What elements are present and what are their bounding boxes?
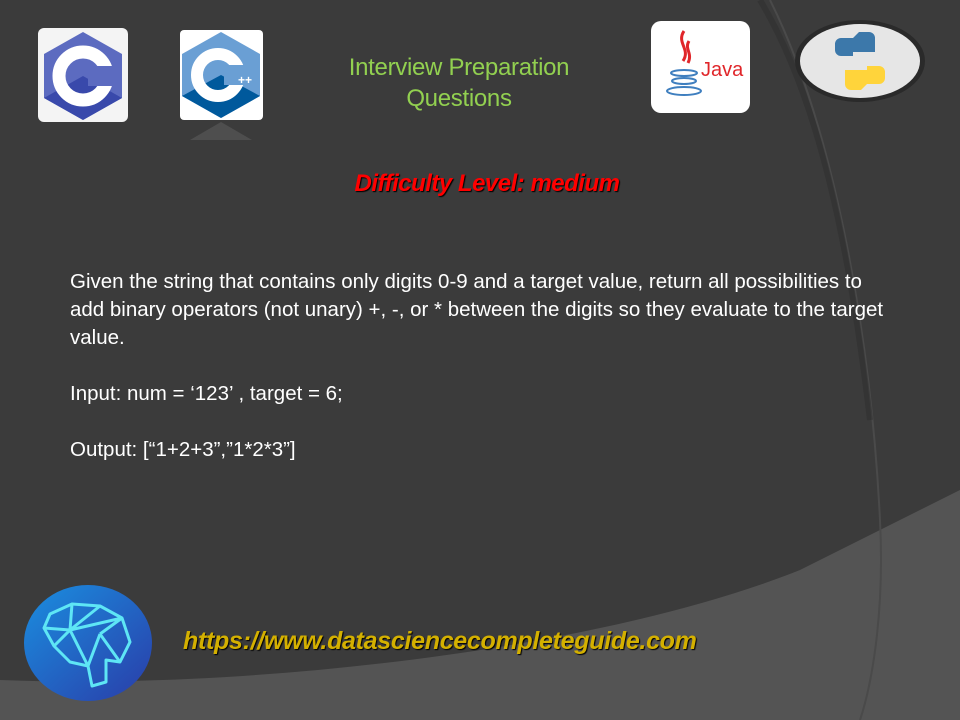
python-logo-icon [795, 20, 925, 102]
slide-title: Interview Preparation Questions [300, 52, 618, 114]
title-line-1: Interview Preparation [348, 54, 570, 81]
cpp-logo-icon: ++ [180, 30, 263, 140]
c-logo-icon [38, 28, 128, 122]
java-logo-icon: Java [651, 21, 750, 113]
title-line-2: Questions [406, 85, 512, 112]
java-logo-text: Java [701, 59, 744, 81]
cpp-logo-text: ++ [238, 73, 252, 87]
problem-output: Output: [“1+2+3”,”1*2*3”] [70, 438, 296, 461]
problem-statement: Given the string that contains only digi… [70, 268, 890, 464]
problem-input: Input: num = ‘123’ , target = 6; [70, 382, 343, 405]
website-url[interactable]: https://www.datasciencecompleteguide.com [183, 627, 697, 656]
problem-description: Given the string that contains only digi… [70, 270, 884, 349]
difficulty-level: Difficulty Level: medium [354, 170, 620, 197]
brain-logo-icon [24, 585, 152, 701]
